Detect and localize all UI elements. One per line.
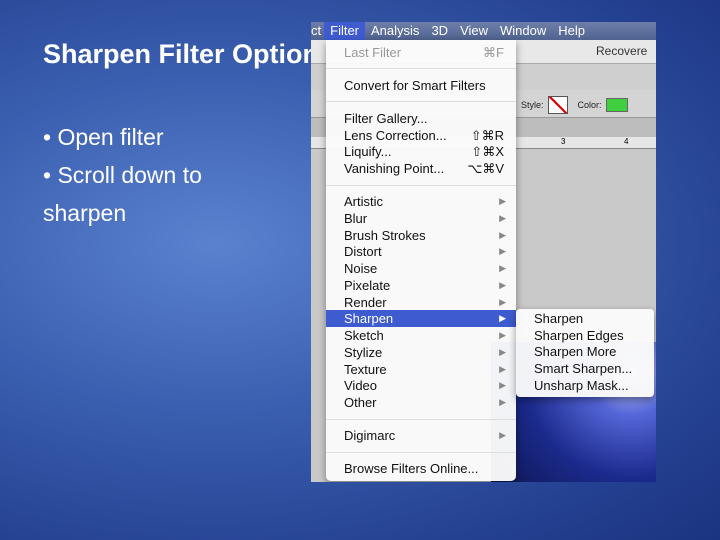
menu-item-label: Digimarc — [344, 428, 396, 443]
menu-item-label: Video — [344, 378, 378, 394]
photoshop-screenshot: Recovere Style: Color: 3 4 ct Filter Ana… — [311, 22, 656, 482]
menu-item-video[interactable]: Video ▶ — [326, 377, 516, 394]
menu-filter[interactable]: Filter — [324, 22, 366, 40]
menu-item-texture[interactable]: Texture ▶ — [326, 361, 516, 378]
menu-view[interactable]: View — [454, 22, 494, 40]
submenu-item-smart-sharpen[interactable]: Smart Sharpen... — [516, 361, 654, 378]
bullet-list: • Open filter • Scroll down to sharpen — [43, 118, 293, 232]
separator — [326, 419, 516, 420]
menu-item-sketch[interactable]: Sketch ▶ — [326, 327, 516, 344]
shortcut: ⌥⌘V — [467, 161, 504, 177]
menu-item-convert-smart-filters[interactable]: Convert for Smart Filters — [326, 77, 516, 94]
menu-item-sharpen[interactable]: Sharpen ▶ — [326, 310, 516, 328]
menu-item-label: Blur — [344, 210, 368, 226]
menu-edit[interactable]: ct — [311, 22, 324, 40]
menu-item-label: Stylize — [344, 344, 383, 360]
menu-item-brush-strokes[interactable]: Brush Strokes ▶ — [326, 227, 516, 244]
menu-item-label: Vanishing Point... — [344, 161, 445, 177]
submenu-arrow-icon: ▶ — [499, 229, 506, 240]
submenu-arrow-icon: ▶ — [499, 346, 506, 357]
menu-item-label: Lens Correction... — [344, 127, 447, 143]
menu-item-vanishing-point[interactable]: Vanishing Point... ⌥⌘V — [326, 160, 516, 177]
bullet-open-filter: • Open filter — [43, 124, 164, 150]
submenu-arrow-icon: ▶ — [499, 430, 506, 440]
submenu-arrow-icon: ▶ — [499, 296, 506, 307]
separator — [326, 68, 516, 69]
menu-item-label: Sketch — [344, 328, 384, 343]
menu-item-other[interactable]: Other ▶ — [326, 394, 516, 411]
menu-bar: ct Filter Analysis 3D View Window Help — [311, 22, 656, 40]
separator — [326, 101, 516, 102]
color-swatch[interactable] — [605, 98, 628, 112]
style-picker[interactable] — [547, 96, 568, 114]
submenu-arrow-icon: ▶ — [499, 380, 506, 391]
menu-item-lens-correction[interactable]: Lens Correction... ⇧⌘R — [326, 127, 516, 144]
submenu-arrow-icon: ▶ — [499, 196, 506, 206]
document-tab[interactable]: Recovere — [596, 44, 647, 58]
submenu-arrow-icon: ▶ — [499, 212, 506, 223]
menu-window[interactable]: Window — [494, 22, 552, 40]
bullet-scroll-down: • Scroll down to sharpen — [43, 162, 202, 226]
menu-item-label: Brush Strokes — [344, 227, 426, 243]
separator — [326, 452, 516, 453]
menu-item-label: Render — [344, 294, 387, 310]
submenu-item-sharpen-edges[interactable]: Sharpen Edges — [516, 328, 654, 345]
submenu-arrow-icon: ▶ — [499, 363, 506, 374]
menu-item-render[interactable]: Render ▶ — [326, 294, 516, 311]
menu-item-noise[interactable]: Noise ▶ — [326, 260, 516, 277]
menu-item-blur[interactable]: Blur ▶ — [326, 210, 516, 227]
filter-menu: Last Filter ⌘F Convert for Smart Filters … — [326, 40, 516, 481]
menu-item-browse-filters-online[interactable]: Browse Filters Online... — [326, 460, 516, 477]
menu-item-distort[interactable]: Distort ▶ — [326, 243, 516, 260]
menu-item-last-filter[interactable]: Last Filter ⌘F — [326, 44, 516, 61]
menu-item-label: Texture — [344, 361, 387, 377]
menu-item-label: Last Filter — [344, 45, 402, 60]
submenu-arrow-icon: ▶ — [499, 263, 506, 273]
menu-item-filter-gallery[interactable]: Filter Gallery... — [326, 110, 516, 127]
menu-item-label: Distort — [344, 244, 382, 260]
shortcut: ⇧⌘X — [471, 144, 504, 160]
menu-item-artistic[interactable]: Artistic ▶ — [326, 193, 516, 210]
menu-item-stylize[interactable]: Stylize ▶ — [326, 344, 516, 361]
menu-item-label: Other — [344, 395, 377, 410]
menu-help[interactable]: Help — [552, 22, 591, 40]
menu-item-label: Filter Gallery... — [344, 111, 428, 126]
menu-item-digimarc[interactable]: Digimarc ▶ — [326, 427, 516, 444]
menu-item-label: Sharpen — [344, 311, 394, 327]
slide-title: Sharpen Filter Options — [43, 39, 335, 69]
separator — [326, 185, 516, 186]
submenu-arrow-icon: ▶ — [499, 246, 506, 257]
shortcut: ⌘F — [483, 45, 504, 60]
menu-3d[interactable]: 3D — [425, 22, 454, 40]
submenu-arrow-icon: ▶ — [499, 313, 506, 324]
menu-item-label: Pixelate — [344, 277, 391, 293]
menu-item-label: Noise — [344, 261, 378, 276]
sharpen-submenu: Sharpen Sharpen Edges Sharpen More Smart Sh… — [516, 309, 654, 397]
menu-item-label: Artistic — [344, 194, 383, 209]
submenu-item-sharpen-more[interactable]: Sharpen More — [516, 344, 654, 361]
ruler-tick: 3 — [561, 137, 566, 146]
submenu-item-sharpen[interactable]: Sharpen — [516, 311, 654, 328]
color-label: Color: — [577, 100, 602, 110]
menu-analysis[interactable]: Analysis — [365, 22, 425, 40]
menu-item-liquify[interactable]: Liquify... ⇧⌘X — [326, 143, 516, 160]
submenu-arrow-icon: ▶ — [499, 397, 506, 407]
shortcut: ⇧⌘R — [470, 127, 504, 143]
menu-item-pixelate[interactable]: Pixelate ▶ — [326, 277, 516, 294]
submenu-item-unsharp-mask[interactable]: Unsharp Mask... — [516, 378, 654, 395]
ruler-tick: 4 — [624, 137, 629, 146]
menu-item-label: Liquify... — [344, 144, 392, 160]
style-label: Style: — [521, 100, 544, 110]
submenu-arrow-icon: ▶ — [499, 330, 506, 340]
submenu-arrow-icon: ▶ — [499, 279, 506, 290]
